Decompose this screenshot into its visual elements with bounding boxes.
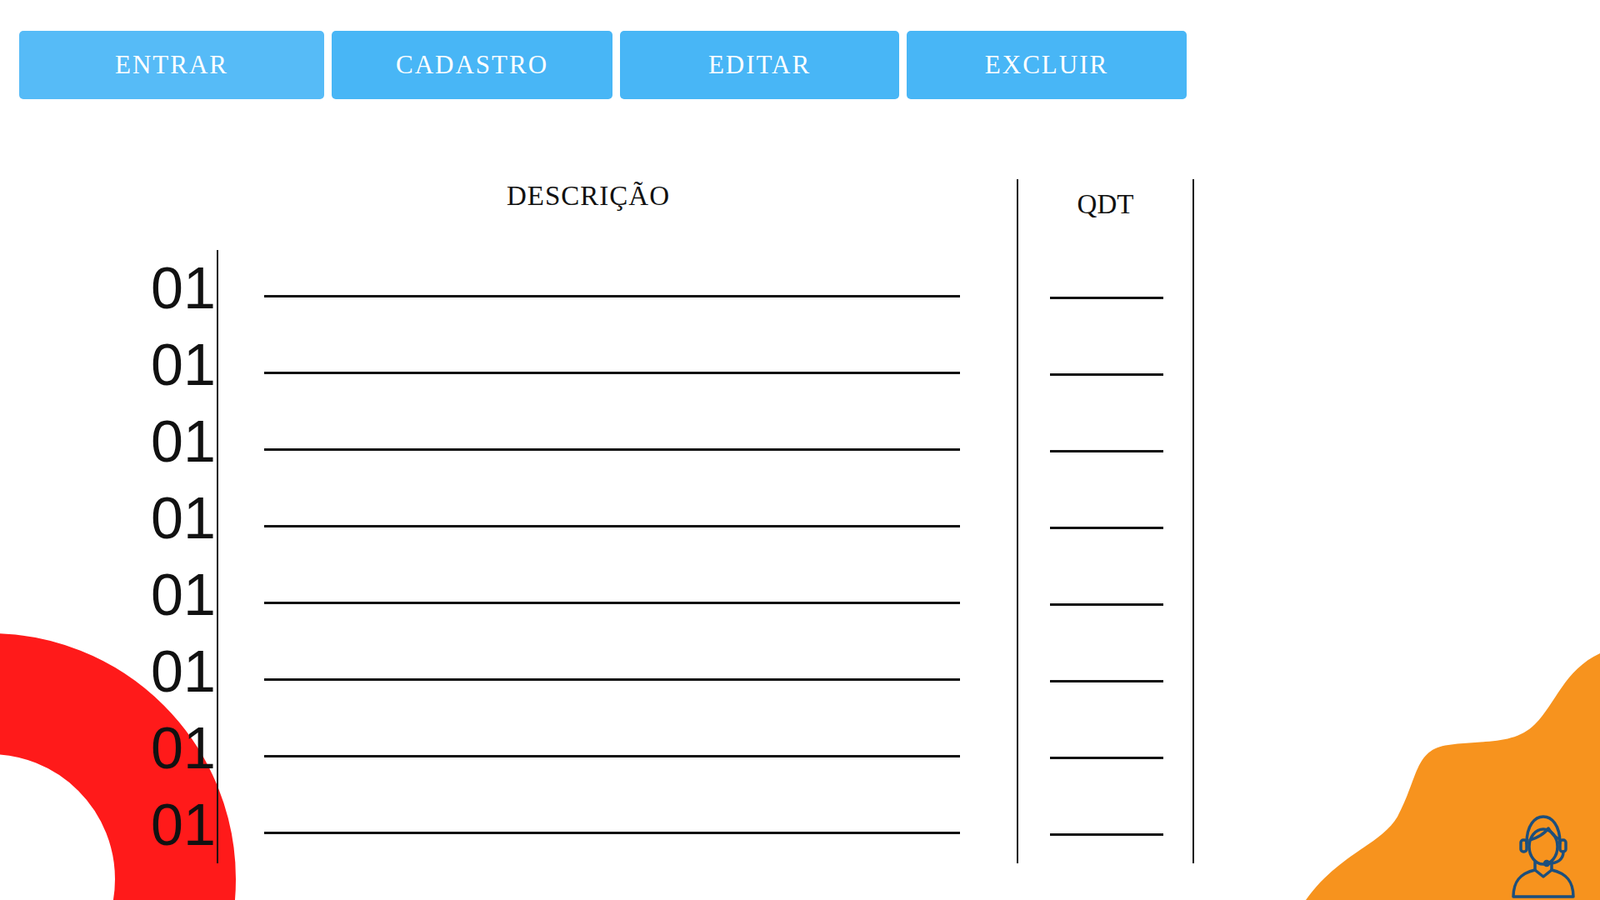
toolbar-button[interactable]: ENTRAR xyxy=(19,30,325,100)
toolbar-button[interactable]: CADASTRO xyxy=(331,30,613,100)
description-header: DESCRIÇÃO xyxy=(218,179,1017,250)
quantity-field[interactable] xyxy=(1016,403,1195,480)
row-number: 01 xyxy=(150,403,219,480)
row-number: 01 xyxy=(150,786,219,864)
item-table: DESCRIÇÃO QDT 01 01 01 01 01 01 01 01 xyxy=(150,179,1195,864)
row-number: 01 xyxy=(150,480,219,557)
quantity-field[interactable] xyxy=(1016,480,1195,557)
quantity-field[interactable] xyxy=(1016,326,1195,404)
number-header xyxy=(150,179,219,250)
description-field[interactable] xyxy=(218,250,1017,327)
row-number: 01 xyxy=(150,326,219,404)
row-number: 01 xyxy=(150,556,219,634)
description-field[interactable] xyxy=(218,403,1017,480)
quantity-field[interactable] xyxy=(1016,710,1195,787)
toolbar-button[interactable]: EXCLUIR xyxy=(906,30,1187,100)
quantity-field[interactable] xyxy=(1016,633,1195,710)
description-field[interactable] xyxy=(218,786,1017,864)
support-agent-icon[interactable] xyxy=(1508,810,1579,899)
row-number: 01 xyxy=(150,710,219,787)
quantity-header: QDT xyxy=(1016,179,1195,250)
description-field[interactable] xyxy=(218,556,1017,634)
quantity-field[interactable] xyxy=(1016,250,1195,327)
quantity-field[interactable] xyxy=(1016,786,1195,864)
toolbar-button[interactable]: EDITAR xyxy=(620,30,900,100)
toolbar: ENTRARCADASTROEDITAREXCLUIR xyxy=(0,0,1600,100)
row-number: 01 xyxy=(150,633,219,710)
description-field[interactable] xyxy=(218,326,1017,404)
quantity-field[interactable] xyxy=(1016,556,1195,634)
description-field[interactable] xyxy=(218,710,1017,787)
page: ENTRARCADASTROEDITAREXCLUIR DESCRIÇÃO QD… xyxy=(0,0,1600,900)
description-field[interactable] xyxy=(218,633,1017,710)
row-number: 01 xyxy=(150,250,219,327)
description-field[interactable] xyxy=(218,480,1017,557)
